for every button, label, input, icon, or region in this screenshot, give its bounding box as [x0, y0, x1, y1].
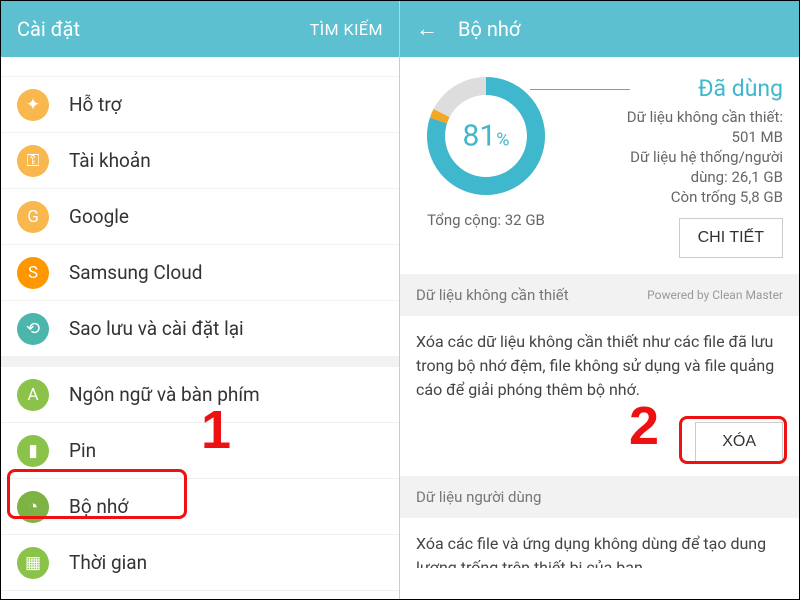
accessibility-icon: ✦ [17, 89, 49, 121]
google-icon: G [17, 201, 49, 233]
language-icon: A [17, 379, 49, 411]
storage-pane: ← Bộ nhớ 81% Tổng cộng: 32 GB Đã [400, 1, 799, 599]
storage-title: Bộ nhớ [458, 17, 520, 41]
item-label: Google [69, 205, 129, 228]
used-pct-value: 81 [463, 119, 497, 154]
list-item-backup[interactable]: ⟲ Sao lưu và cài đặt lại [1, 301, 399, 357]
settings-list: ✦ Hỗ trợ ⚿ Tài khoản G Google S Samsung … [1, 57, 399, 591]
search-button[interactable]: TÌM KIẾM [310, 20, 383, 39]
storage-header: ← Bộ nhớ [400, 1, 799, 57]
details-button[interactable]: CHI TIẾT [679, 218, 783, 258]
available-value: Còn trống 5,8 GB [566, 188, 783, 206]
storage-icon: ◔ [17, 491, 49, 523]
list-item-support[interactable]: ✦ Hỗ trợ [1, 77, 399, 133]
powered-by: Powered by Clean Master [647, 288, 783, 302]
storage-summary: 81% Tổng cộng: 32 GB Đã dùng Dữ liệu khô… [400, 57, 799, 274]
battery-icon: ▮ [17, 435, 49, 467]
item-label: Bộ nhớ [69, 495, 128, 518]
section-user-title: Dữ liệu người dùng [416, 488, 541, 506]
section-junk-body: Xóa các dữ liệu không cần thiết như các … [400, 316, 799, 416]
cloud-icon: S [17, 257, 49, 289]
delete-button[interactable]: XÓA [695, 422, 783, 462]
section-junk-header: Dữ liệu không cần thiết Powered by Clean… [400, 274, 799, 316]
junk-action-row: XÓA [400, 416, 799, 476]
callout-line [530, 89, 630, 90]
storage-donut-chart: 81% [421, 71, 551, 201]
section-junk-title: Dữ liệu không cần thiết [416, 286, 569, 304]
item-label: Thời gian [69, 551, 147, 574]
backup-icon: ⟲ [17, 313, 49, 345]
sys-label: Dữ liệu hệ thống/người [566, 148, 783, 166]
list-item[interactable] [1, 57, 399, 77]
item-label: Hỗ trợ [69, 93, 121, 116]
settings-header: Cài đặt TÌM KIẾM [1, 1, 399, 57]
section-divider [1, 357, 399, 367]
list-item-storage[interactable]: ◔ Bộ nhớ [1, 479, 399, 535]
back-icon[interactable]: ← [416, 16, 438, 42]
item-label: Ngôn ngữ và bàn phím [69, 383, 260, 406]
list-item-samsung-cloud[interactable]: S Samsung Cloud [1, 245, 399, 301]
item-label: Samsung Cloud [69, 261, 202, 284]
item-label: Pin [69, 439, 96, 462]
junk-value: 501 MB [566, 128, 783, 146]
section-user-body: Xóa các file và ứng dụng không dùng để t… [400, 518, 799, 568]
item-label: Sao lưu và cài đặt lại [69, 317, 244, 340]
list-item-google[interactable]: G Google [1, 189, 399, 245]
list-item-language[interactable]: A Ngôn ngữ và bàn phím [1, 367, 399, 423]
junk-label: Dữ liệu không cần thiết: [566, 108, 783, 126]
settings-pane: Cài đặt TÌM KIẾM ✦ Hỗ trợ ⚿ Tài khoản G … [1, 1, 400, 599]
list-item-date-time[interactable]: ▦ Thời gian [1, 535, 399, 591]
list-item-battery[interactable]: ▮ Pin [1, 423, 399, 479]
section-user-header: Dữ liệu người dùng [400, 476, 799, 518]
settings-title: Cài đặt [17, 17, 80, 41]
list-item-accounts[interactable]: ⚿ Tài khoản [1, 133, 399, 189]
total-capacity: Tổng cộng: 32 GB [427, 211, 545, 229]
sys-value: dùng: 26,1 GB [566, 168, 783, 186]
item-label: Tài khoản [69, 149, 151, 172]
used-pct-suffix: % [496, 130, 509, 151]
date-icon: ▦ [17, 547, 49, 579]
key-icon: ⚿ [17, 145, 49, 177]
